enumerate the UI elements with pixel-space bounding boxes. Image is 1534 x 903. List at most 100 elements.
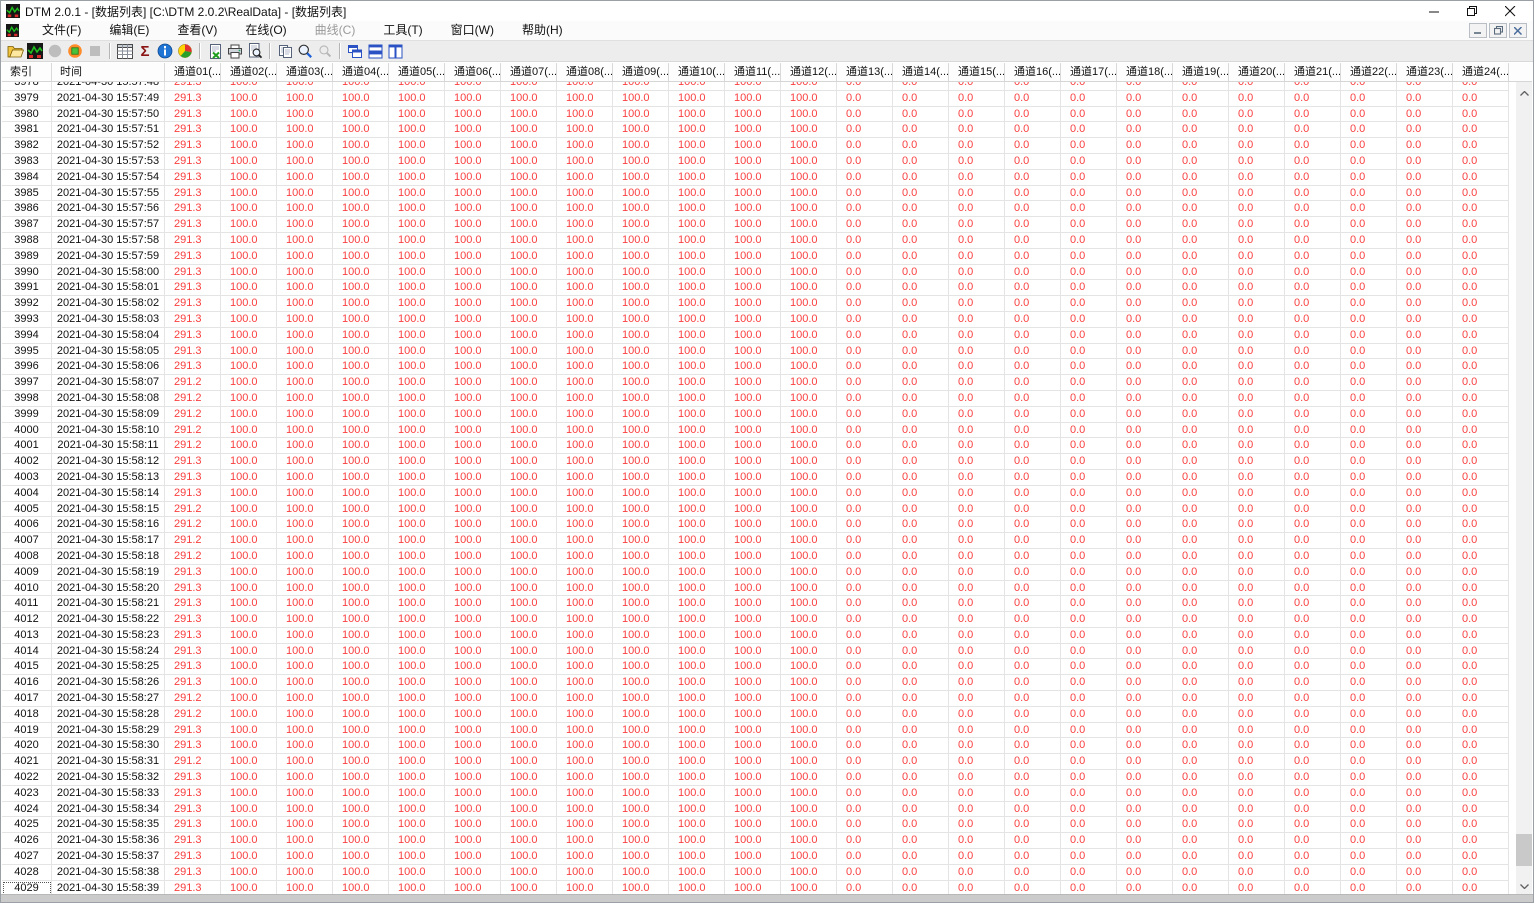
channel-cell[interactable]: 0.0	[1229, 627, 1285, 644]
channel-cell[interactable]: 291.2	[165, 691, 221, 707]
channel-cell[interactable]: 0.0	[1061, 359, 1117, 376]
channel-cell[interactable]: 0.0	[1229, 612, 1285, 628]
index-cell[interactable]: 4024	[2, 801, 52, 818]
channel-cell[interactable]: 291.3	[165, 201, 221, 218]
table-row[interactable]: 4024 2021-04-30 15:58:34 291.3 100.0 100.0 10…	[2, 801, 1516, 818]
channel-cell[interactable]: 0.0	[1117, 580, 1173, 597]
channel-cell[interactable]: 100.0	[557, 580, 613, 597]
channel-cell[interactable]: 100.0	[277, 232, 333, 249]
channel-cell[interactable]: 100.0	[725, 375, 781, 391]
channel-cell[interactable]: 291.3	[165, 880, 221, 894]
channel-cell[interactable]: 100.0	[277, 406, 333, 423]
table-row[interactable]: 4000 2021-04-30 15:58:10 291.2 100.0 100.0 10…	[2, 422, 1516, 439]
channel-cell[interactable]: 100.0	[221, 454, 277, 470]
index-cell[interactable]: 4015	[2, 659, 52, 676]
channel-cell[interactable]: 291.3	[165, 280, 221, 297]
channel-cell[interactable]: 0.0	[1173, 169, 1229, 186]
channel-cell[interactable]: 0.0	[1397, 675, 1453, 692]
channel-cell[interactable]: 100.0	[781, 659, 837, 676]
print-preview-icon[interactable]	[245, 41, 265, 61]
channel-cell[interactable]: 100.0	[333, 864, 389, 881]
index-cell[interactable]: 4001	[2, 438, 52, 455]
channel-cell[interactable]: 291.3	[165, 138, 221, 154]
channel-cell[interactable]: 100.0	[445, 785, 501, 802]
channel-cell[interactable]: 100.0	[445, 106, 501, 123]
channel-cell[interactable]: 0.0	[949, 833, 1005, 850]
channel-cell[interactable]: 100.0	[557, 438, 613, 455]
channel-cell[interactable]: 100.0	[557, 501, 613, 518]
table-row[interactable]: 3989 2021-04-30 15:57:59 291.3 100.0 100.0 10…	[2, 248, 1516, 265]
channel-cell[interactable]: 0.0	[1117, 864, 1173, 881]
channel-cell[interactable]: 0.0	[1229, 311, 1285, 328]
channel-cell[interactable]: 100.0	[669, 311, 725, 328]
channel-cell[interactable]: 0.0	[1397, 469, 1453, 486]
channel-cell[interactable]: 100.0	[389, 517, 445, 534]
channel-cell[interactable]: 0.0	[1453, 849, 1509, 865]
channel-cell[interactable]: 0.0	[1005, 469, 1061, 486]
channel-cell[interactable]: 100.0	[557, 801, 613, 818]
channel-cell[interactable]: 100.0	[277, 153, 333, 170]
channel-cell[interactable]: 100.0	[501, 517, 557, 534]
index-cell[interactable]: 3995	[2, 343, 52, 360]
channel-cell[interactable]: 100.0	[221, 90, 277, 107]
channel-cell[interactable]: 100.0	[277, 375, 333, 391]
channel-cell[interactable]: 0.0	[893, 596, 949, 613]
channel-cell[interactable]: 100.0	[277, 722, 333, 739]
channel-cell[interactable]: 0.0	[1285, 612, 1341, 628]
channel-cell[interactable]: 100.0	[725, 596, 781, 613]
channel-cell[interactable]: 0.0	[1173, 659, 1229, 676]
channel-cell[interactable]: 100.0	[669, 122, 725, 139]
channel-cell[interactable]: 0.0	[1285, 691, 1341, 707]
channel-cell[interactable]: 100.0	[333, 580, 389, 597]
channel-cell[interactable]: 100.0	[613, 548, 669, 565]
channel-cell[interactable]: 100.0	[445, 122, 501, 139]
table-row[interactable]: 4015 2021-04-30 15:58:25 291.3 100.0 100.0 10…	[2, 659, 1516, 676]
channel-cell[interactable]: 0.0	[1285, 627, 1341, 644]
index-cell[interactable]: 4009	[2, 564, 52, 581]
time-cell[interactable]: 2021-04-30 15:58:37	[52, 849, 165, 865]
channel-cell[interactable]: 0.0	[1117, 138, 1173, 154]
index-cell[interactable]: 3986	[2, 201, 52, 218]
channel-cell[interactable]: 0.0	[1229, 343, 1285, 360]
time-cell[interactable]: 2021-04-30 15:58:26	[52, 675, 165, 692]
channel-cell[interactable]: 0.0	[1341, 406, 1397, 423]
channel-cell[interactable]: 0.0	[949, 580, 1005, 597]
channel-cell[interactable]: 100.0	[669, 659, 725, 676]
channel-cell[interactable]: 0.0	[1173, 817, 1229, 834]
channel-cell[interactable]: 0.0	[837, 359, 893, 376]
channel-cell[interactable]: 0.0	[1061, 106, 1117, 123]
channel-cell[interactable]: 100.0	[781, 485, 837, 502]
channel-cell[interactable]: 100.0	[333, 469, 389, 486]
channel-cell[interactable]: 100.0	[725, 248, 781, 265]
channel-cell[interactable]: 0.0	[837, 880, 893, 894]
channel-cell[interactable]: 100.0	[725, 106, 781, 123]
index-cell[interactable]: 3983	[2, 153, 52, 170]
channel-cell[interactable]: 0.0	[949, 722, 1005, 739]
tile-vertical-icon[interactable]	[385, 41, 405, 61]
vertical-scrollbar[interactable]	[1516, 82, 1532, 894]
channel-cell[interactable]: 0.0	[949, 217, 1005, 233]
channel-cell[interactable]: 100.0	[781, 311, 837, 328]
table-row[interactable]: 4002 2021-04-30 15:58:12 291.3 100.0 100.0 10…	[2, 454, 1516, 470]
column-header[interactable]: 通道10(...	[669, 63, 725, 81]
channel-cell[interactable]: 100.0	[277, 675, 333, 692]
channel-cell[interactable]: 0.0	[1285, 675, 1341, 692]
channel-cell[interactable]: 100.0	[333, 390, 389, 407]
channel-cell[interactable]: 100.0	[613, 82, 669, 91]
channel-cell[interactable]: 0.0	[1005, 738, 1061, 755]
channel-cell[interactable]: 0.0	[1229, 754, 1285, 771]
channel-cell[interactable]: 100.0	[669, 880, 725, 894]
channel-cell[interactable]: 100.0	[781, 864, 837, 881]
channel-cell[interactable]: 0.0	[1341, 469, 1397, 486]
channel-cell[interactable]: 0.0	[1117, 280, 1173, 297]
channel-cell[interactable]: 100.0	[557, 880, 613, 894]
export-excel-icon[interactable]	[205, 41, 225, 61]
channel-cell[interactable]: 0.0	[1341, 422, 1397, 439]
channel-cell[interactable]: 100.0	[445, 770, 501, 786]
channel-cell[interactable]: 0.0	[1341, 722, 1397, 739]
channel-cell[interactable]: 100.0	[781, 738, 837, 755]
menu-item[interactable]: 帮助(H)	[508, 21, 577, 40]
channel-cell[interactable]: 0.0	[1005, 438, 1061, 455]
channel-cell[interactable]: 0.0	[949, 311, 1005, 328]
channel-cell[interactable]: 0.0	[893, 580, 949, 597]
